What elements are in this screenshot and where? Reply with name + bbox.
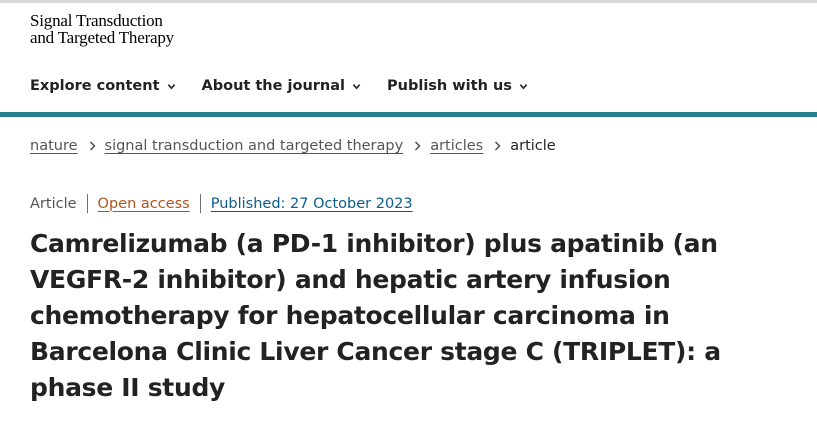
article-meta: Article Open access Published: 27 Octobe…: [30, 194, 413, 213]
breadcrumb: nature signal transduction and targeted …: [30, 138, 556, 154]
chevron-right-icon: [89, 141, 96, 151]
breadcrumb-current: article: [510, 138, 556, 154]
nav-item-label: Explore content: [30, 78, 160, 94]
logo-line-2: and Targeted Therapy: [30, 28, 174, 47]
article-title: Camrelizumab (a PD-1 inhibitor) plus apa…: [30, 229, 721, 402]
nav-explore-content[interactable]: Explore content: [30, 78, 176, 94]
main-nav: Explore content About the journal Publis…: [30, 74, 554, 98]
top-rule: [0, 0, 817, 3]
nav-item-label: About the journal: [201, 78, 346, 94]
breadcrumb-journal[interactable]: signal transduction and targeted therapy: [105, 138, 404, 154]
meta-divider: [199, 194, 201, 213]
chevron-down-icon: [167, 83, 175, 89]
published-date-link[interactable]: Published: 27 October 2023: [211, 196, 413, 212]
nav-item-label: Publish with us: [387, 78, 512, 94]
nav-about-the-journal[interactable]: About the journal: [202, 78, 362, 94]
chevron-right-icon: [495, 141, 501, 151]
open-access-link[interactable]: Open access: [98, 196, 190, 212]
breadcrumb-nature[interactable]: nature: [30, 138, 78, 154]
logo-line-1: Signal Transduction: [30, 11, 163, 30]
article-type: Article: [30, 195, 77, 212]
journal-logo[interactable]: Signal Transduction and Targeted Therapy: [30, 12, 174, 46]
chevron-right-icon: [415, 141, 421, 151]
nav-publish-with-us[interactable]: Publish with us: [387, 78, 528, 94]
chevron-down-icon: [519, 83, 528, 89]
breadcrumb-articles[interactable]: articles: [430, 138, 483, 154]
accent-bar: [0, 112, 817, 117]
meta-divider: [86, 194, 88, 213]
chevron-down-icon: [352, 83, 361, 89]
